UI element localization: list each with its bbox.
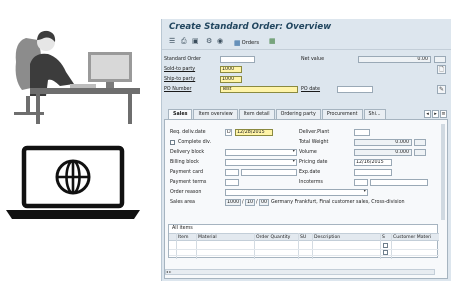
standard-order-label: Standard Order [164, 57, 201, 62]
back-icon[interactable]: ☰ [169, 38, 175, 45]
laptop-globe-icon [6, 145, 140, 219]
payment-terms-field[interactable] [225, 179, 239, 186]
payment-card-label: Payment card [170, 170, 204, 175]
ship-to-party-label[interactable]: Ship-to party [164, 77, 195, 82]
net-value-label: Net value [301, 57, 325, 62]
total-weight-field: 0.000 [354, 139, 412, 146]
net-value-field: 0.00 [358, 56, 431, 63]
column-customer-material[interactable]: Customer Materi [393, 235, 431, 240]
row-status-checkbox[interactable] [383, 250, 388, 255]
items-table: All items Item Material Order Quantity S… [168, 224, 439, 259]
pricing-date-label: Pricing date [299, 160, 328, 165]
po-number-label[interactable]: PO Number [164, 87, 191, 92]
illustration-panel [6, 30, 140, 219]
tab-item-detail[interactable]: Item detail [238, 109, 275, 119]
order-reason-label: Order reason [170, 190, 202, 195]
items-horizontal-scrollbar[interactable]: ◂ ▸ [165, 269, 435, 275]
billing-block-dropdown[interactable] [225, 159, 297, 166]
complete-div-label: Complete div. [178, 140, 212, 145]
req-deliv-date-field[interactable]: 12/28/2015 [235, 129, 273, 136]
column-status[interactable]: S [382, 235, 385, 240]
window-title: Create Standard Order: Overview [169, 22, 332, 32]
tab-item-overview[interactable]: Item overview [193, 109, 238, 119]
volume-label: Volume [299, 150, 317, 155]
pricing-date-field[interactable]: 12/16/2015 [354, 159, 392, 166]
po-date-label[interactable]: PO date [301, 87, 320, 92]
sold-to-party-field[interactable]: 1000 [220, 66, 242, 73]
orders-button-label: Orders [241, 40, 260, 46]
billing-block-label: Billing block [170, 160, 199, 165]
edit-icon[interactable]: ✎ [437, 85, 446, 94]
ship-to-party-field[interactable]: 1000 [220, 76, 242, 83]
tab-shipping[interactable]: Shi... [363, 109, 386, 119]
tab-scroll-right[interactable]: ▸ [432, 110, 439, 118]
incoterms-label: Incoterms [299, 180, 323, 185]
currency-field [434, 56, 446, 63]
sales-area-description: Germany Frankfurt, Final customer sales,… [271, 200, 405, 205]
exp-date-field[interactable] [354, 169, 392, 176]
column-description[interactable]: Description [314, 235, 340, 240]
person-at-computer-illustration [14, 30, 140, 124]
display-icon[interactable]: ◉ [217, 38, 223, 45]
payment-card-type-field[interactable] [225, 169, 239, 176]
tab-list[interactable]: ≡ [440, 110, 447, 118]
delivery-block-dropdown[interactable] [225, 149, 297, 156]
column-order-quantity[interactable]: Order Quantity [256, 235, 290, 240]
total-weight-label: Total Weight [299, 140, 329, 145]
application-toolbar: ☰ ⎙ ▣ ⚙ ◉ ▦ Orders ▦ [162, 36, 451, 50]
sales-area-label: Sales area [170, 200, 195, 205]
complete-div-checkbox[interactable] [170, 140, 175, 145]
req-deliv-date-type-field[interactable]: D [225, 129, 232, 136]
column-material[interactable]: Material [198, 235, 217, 240]
items-table-title: All items [172, 226, 193, 231]
standard-order-field[interactable] [220, 56, 255, 63]
req-deliv-date-label: Req. deliv.date [170, 130, 206, 135]
tab-scroll-left[interactable]: ◂ [424, 110, 431, 118]
incoterms-location-field[interactable] [370, 179, 428, 186]
tab-ordering-party[interactable]: Ordering party [275, 109, 321, 119]
tab-sales[interactable]: Sales [168, 109, 193, 119]
payment-card-field[interactable] [241, 169, 297, 176]
print-icon[interactable]: ⎙ [181, 38, 187, 45]
sales-area-separator: / [256, 200, 258, 205]
order-reason-dropdown[interactable] [225, 189, 368, 196]
column-su[interactable]: SU [300, 235, 306, 240]
table-row[interactable] [169, 249, 439, 250]
panel-vertical-scrollbar[interactable] [441, 124, 445, 220]
settings-icon[interactable]: ⚙ [206, 38, 212, 45]
sales-area-separator: / [242, 200, 244, 205]
exp-date-label: Exp.date [299, 170, 321, 175]
volume-field: 0.000 [354, 149, 412, 156]
column-item[interactable]: Item [178, 235, 188, 240]
items-table-header: Item Material Order Quantity SU Descript… [169, 233, 439, 241]
deliver-plant-field[interactable] [354, 129, 370, 136]
po-date-field[interactable] [337, 86, 373, 93]
deliver-plant-label: Deliver.Plant [299, 130, 330, 135]
sales-org-field: 1000 [225, 199, 241, 206]
orders-button[interactable]: ▦ Orders [234, 38, 259, 48]
orders-icon: ▦ [234, 39, 241, 47]
tab-procurement[interactable]: Procurement [321, 109, 363, 119]
po-number-field[interactable]: Test [220, 86, 298, 93]
save-icon[interactable]: ▣ [192, 38, 199, 45]
document-icon[interactable]: 🗋 [437, 65, 446, 74]
sales-tab-panel: Req. deliv.date D 12/28/2015 Deliver.Pla… [164, 119, 448, 279]
payment-terms-label: Payment terms [170, 180, 207, 185]
weight-unit-field [414, 139, 426, 146]
tab-strip: Sales Item overview Item detail Ordering… [168, 109, 387, 119]
table-row[interactable] [169, 255, 439, 256]
sold-to-party-label[interactable]: Sold-to party [164, 67, 195, 72]
incoterms-field[interactable] [354, 179, 368, 186]
grid-icon[interactable]: ▦ [269, 38, 276, 45]
delivery-block-label: Delivery block [170, 150, 205, 155]
distribution-channel-field: 10 [245, 199, 255, 206]
volume-unit-field [414, 149, 426, 156]
row-status-checkbox[interactable] [383, 243, 388, 248]
division-field: 00 [259, 199, 269, 206]
sap-window: Create Standard Order: Overview ☰ ⎙ ▣ ⚙ … [161, 19, 451, 281]
